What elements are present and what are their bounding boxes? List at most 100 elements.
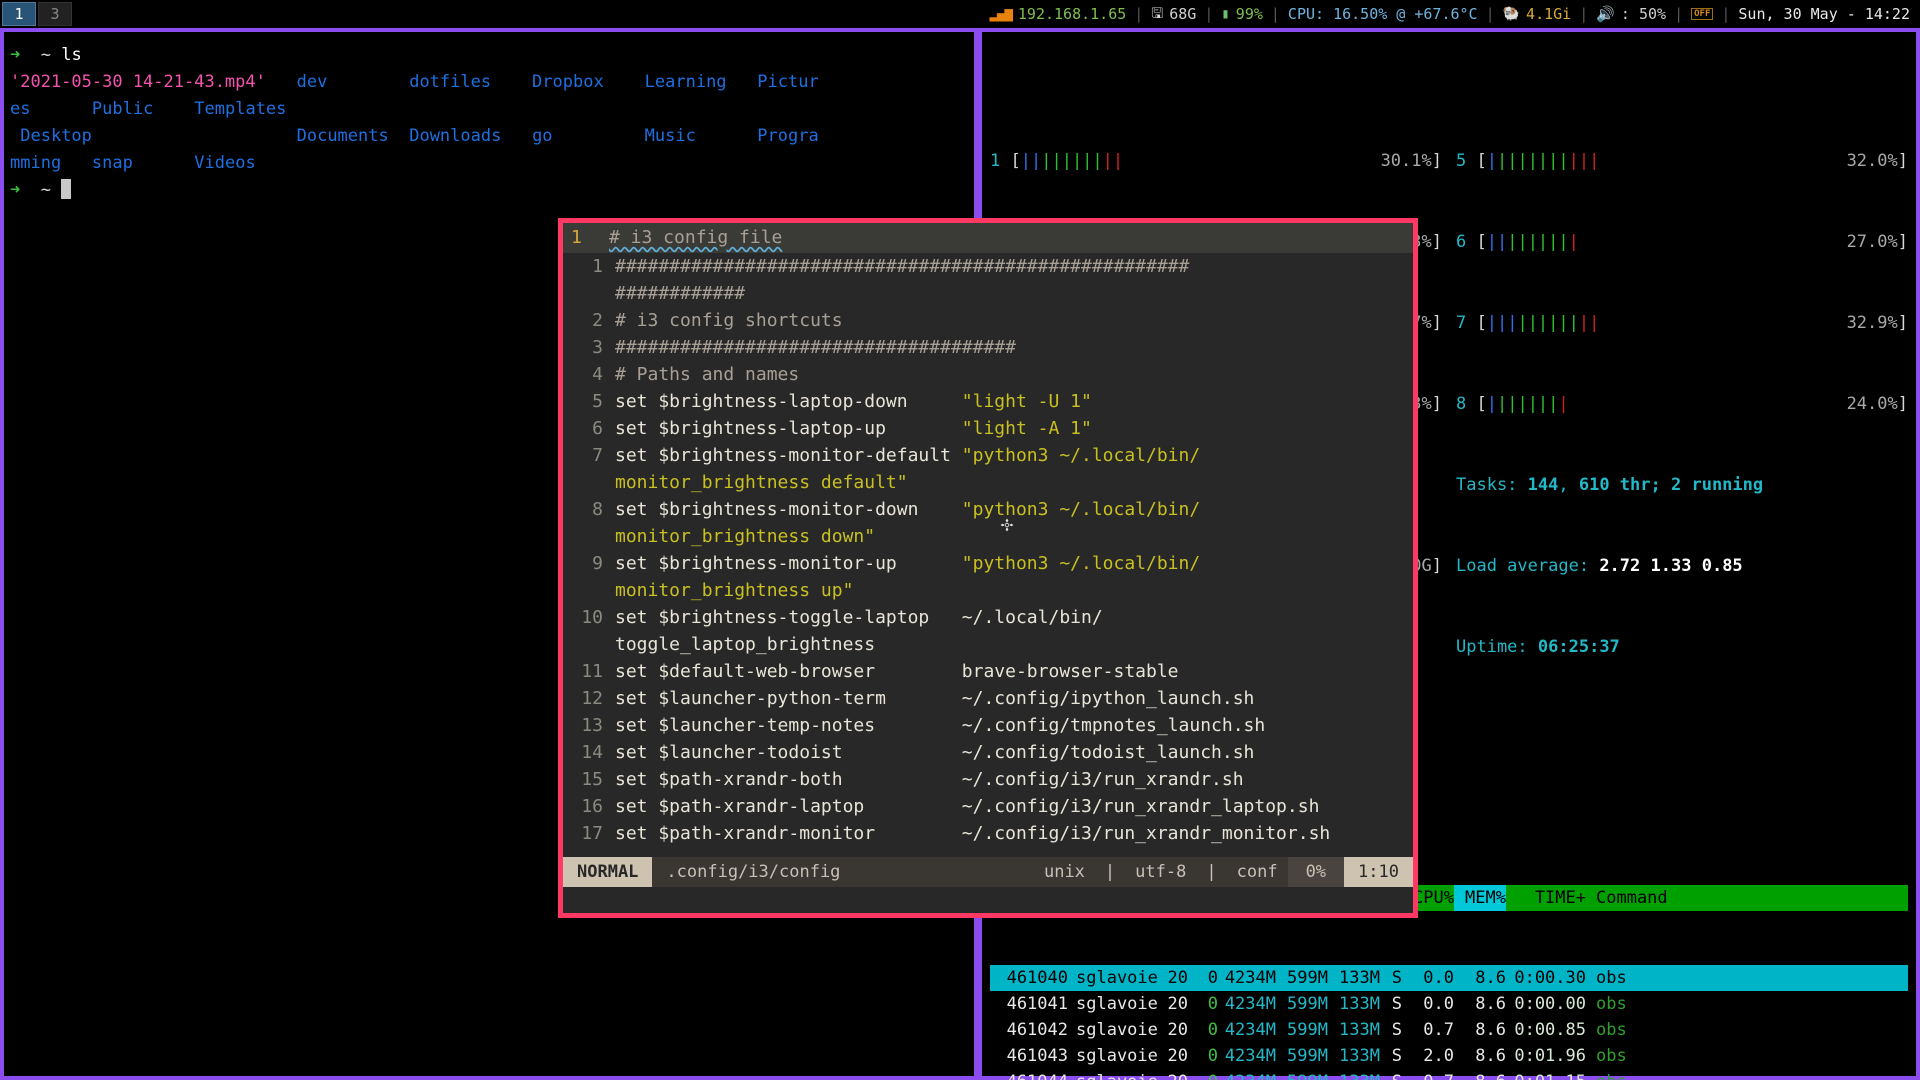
editor-line[interactable]: monitor_brightness down": [563, 523, 1413, 550]
load-5m: 1.33: [1650, 556, 1692, 576]
editor-line[interactable]: 3 #####################################: [563, 334, 1413, 361]
editor-line[interactable]: 14 set $launcher-todoist ~/.config/todois…: [563, 739, 1413, 766]
process-row[interactable]: 461043 sglavoie 20 0 4234M 599M 133M S 2.0 8.6 0:0…: [990, 1043, 1908, 1069]
code-token: # Paths and names: [615, 364, 800, 385]
tasks-running: 2 running: [1671, 475, 1764, 495]
workspace-button-3[interactable]: 3: [38, 2, 72, 26]
editor-line[interactable]: 11 set $default-web-browser brave-browser…: [563, 658, 1413, 685]
process-row[interactable]: 461040 sglavoie 20 0 4234M 599M 133M S 0.0 8.6 0:0…: [990, 965, 1908, 991]
editor-line[interactable]: 8 set $brightness-monitor-down "python3 ~…: [563, 496, 1413, 523]
editor-encoding: utf-8: [1135, 862, 1187, 882]
editor-line[interactable]: 1 #######################################…: [563, 253, 1413, 280]
cpu-id: 6: [1456, 232, 1467, 252]
line-content: set $brightness-laptop-up "light -A 1": [615, 415, 1092, 442]
cell-cpu: 0.0: [1423, 994, 1454, 1014]
editor-line[interactable]: 13 set $launcher-temp-notes ~/.config/tmp…: [563, 712, 1413, 739]
volume-module[interactable]: 🔊 : 50%: [1596, 5, 1666, 23]
editor-line[interactable]: ############: [563, 280, 1413, 307]
code-token: "light -U 1": [961, 391, 1092, 412]
cpu-percent: 24.0%: [1846, 394, 1898, 414]
line-content: monitor_brightness default": [615, 469, 908, 496]
process-rows[interactable]: 461040 sglavoie 20 0 4234M 599M 133M S 0.0 8.6 0:0…: [990, 965, 1908, 1080]
cpu-meters-right: 5 [||||||||||| 32.0%] 6 [||||||||| 27.0%] …: [1442, 94, 1908, 715]
editor-line[interactable]: 7 set $brightness-monitor-default "python…: [563, 442, 1413, 469]
editor-body[interactable]: 1 # i3 config file 1 #####################…: [563, 223, 1413, 913]
tasks-count: 144: [1527, 475, 1559, 495]
ls-entry-video: '2021-05-30 14-21-43.mp4': [10, 72, 266, 92]
editor-line[interactable]: monitor_brightness up": [563, 577, 1413, 604]
separator: |: [1721, 5, 1731, 23]
code-token: monitor_brightness down": [615, 526, 876, 547]
workspace-button-1[interactable]: 1: [2, 2, 36, 26]
disk-module[interactable]: 🖫 68G: [1151, 5, 1196, 23]
cell-shr: 133M: [1328, 1069, 1380, 1080]
cell-cpu: 0.0: [1423, 968, 1454, 988]
cell-pri: 20: [1167, 1046, 1188, 1066]
editor-text-area[interactable]: 1 #######################################…: [563, 253, 1413, 847]
line-number: [563, 523, 615, 550]
cpu-meter-8: 8 [|||||||| 24.0%]: [1456, 391, 1908, 418]
line-number: 15: [581, 769, 603, 790]
status-separator: |: [1104, 862, 1116, 882]
editor-line[interactable]: 5 set $brightness-laptop-down "light -U 1…: [563, 388, 1413, 415]
cell-pri: 20: [1167, 994, 1188, 1014]
editor-line[interactable]: 17 set $path-xrandr-monitor ~/.config/i3/…: [563, 820, 1413, 847]
cell-user: sglavoie: [1068, 1069, 1158, 1080]
line-number: 17: [581, 823, 603, 844]
code-token: "python3 ~/.local/bin/: [961, 499, 1201, 520]
prompt-path: ~: [40, 45, 51, 65]
ls-entry-documents: Documents: [296, 126, 389, 146]
network-module[interactable]: ▂▄▆ 192.168.1.65: [990, 5, 1127, 23]
ram-module[interactable]: 🐏 4.1Gi: [1503, 5, 1572, 23]
separator: |: [1204, 5, 1214, 23]
ls-entry-programming: Progra: [757, 126, 819, 146]
cell-res: 599M: [1287, 1020, 1328, 1040]
process-row[interactable]: 461044sglavoie2004234M599M133MS0.78.60:0…: [990, 1069, 1908, 1080]
cpu-id: 8: [1456, 394, 1467, 414]
code-token: # i3 config shortcuts: [615, 310, 843, 331]
process-row[interactable]: 461041 sglavoie 20 0 4234M 599M 133M S 0.0 8.6 0:0…: [990, 991, 1908, 1017]
editor-line[interactable]: 4 # Paths and names: [563, 361, 1413, 388]
editor-line[interactable]: 9 set $brightness-monitor-up "python3 ~/.…: [563, 550, 1413, 577]
cpu-module[interactable]: CPU: 16.50% @ +67.6°C: [1288, 5, 1478, 23]
line-number: 5: [592, 391, 603, 412]
editor-line[interactable]: 2 # i3 config shortcuts: [563, 307, 1413, 334]
editor-line[interactable]: 15 set $path-xrandr-both ~/.config/i3/run…: [563, 766, 1413, 793]
code-token: ~/.local/bin/: [961, 607, 1103, 628]
line-number: 4: [592, 364, 603, 385]
ls-entry-public: Public: [91, 99, 154, 119]
terminal-output[interactable]: ➜ ~ ls '2021-05-30 14-21-43.mp4' dev dotf…: [4, 32, 974, 214]
editor-line[interactable]: 12 set $launcher-python-term ~/.config/ip…: [563, 685, 1413, 712]
load-average-line: Load average: 2.72 1.33 0.85: [1456, 553, 1908, 580]
memory-icon: 🐏: [1502, 6, 1521, 22]
editor-line[interactable]: 16 set $path-xrandr-laptop ~/.config/i3/r…: [563, 793, 1413, 820]
code-token: ~/.config/i3/run_xrandr_monitor.sh: [961, 823, 1331, 844]
editor-line[interactable]: monitor_brightness default": [563, 469, 1413, 496]
cell-shr: 133M: [1339, 994, 1380, 1014]
editor-line[interactable]: toggle_laptop_brightness: [563, 631, 1413, 658]
line-content: set $brightness-monitor-default "python3…: [615, 442, 1200, 469]
i3-status-bar: 1 3 ▂▄▆ 192.168.1.65 | 🖫 68G | ▮ 99% | C…: [0, 0, 1920, 28]
editor-line[interactable]: 10 set $brightness-toggle-laptop ~/.local…: [563, 604, 1413, 631]
editor-window[interactable]: 1 # i3 config file 1 #####################…: [558, 218, 1418, 918]
clock-module[interactable]: Sun, 30 May - 14:22: [1738, 5, 1910, 23]
editor-line[interactable]: 6 set $brightness-laptop-up "light -A 1": [563, 415, 1413, 442]
code-token: ~/.config/i3/run_xrandr_laptop.sh: [961, 796, 1320, 817]
code-token: set $launcher-todoist: [615, 742, 962, 763]
cpu-meter-1: 1 [|||||||||| 30.1%]: [990, 148, 1442, 175]
editor-cursor-position: 1:10: [1344, 857, 1413, 887]
cell-cmd: obs: [1586, 1069, 1627, 1080]
prompt-arrow-icon: ➜: [10, 180, 21, 200]
line-number: 10: [581, 607, 603, 628]
cpu-id: 7: [1456, 313, 1467, 333]
battery-module[interactable]: ▮ 99%: [1221, 5, 1263, 23]
toggle-module[interactable]: OFF: [1691, 8, 1714, 20]
cell-res: 599M: [1287, 994, 1328, 1014]
code-token: set $path-xrandr-monitor: [615, 823, 962, 844]
process-row[interactable]: 461042 sglavoie 20 0 4234M 599M 133M S 0.7 8.6 0:0…: [990, 1017, 1908, 1043]
ls-row-1: '2021-05-30 14-21-43.mp4' dev dotfiles D…: [10, 69, 968, 96]
line-content: ############: [615, 280, 745, 307]
line-content: set $brightness-toggle-laptop ~/.local/b…: [615, 604, 1103, 631]
cell-pid: 461042: [1006, 1020, 1068, 1040]
speaker-icon: 🔊: [1596, 4, 1615, 23]
